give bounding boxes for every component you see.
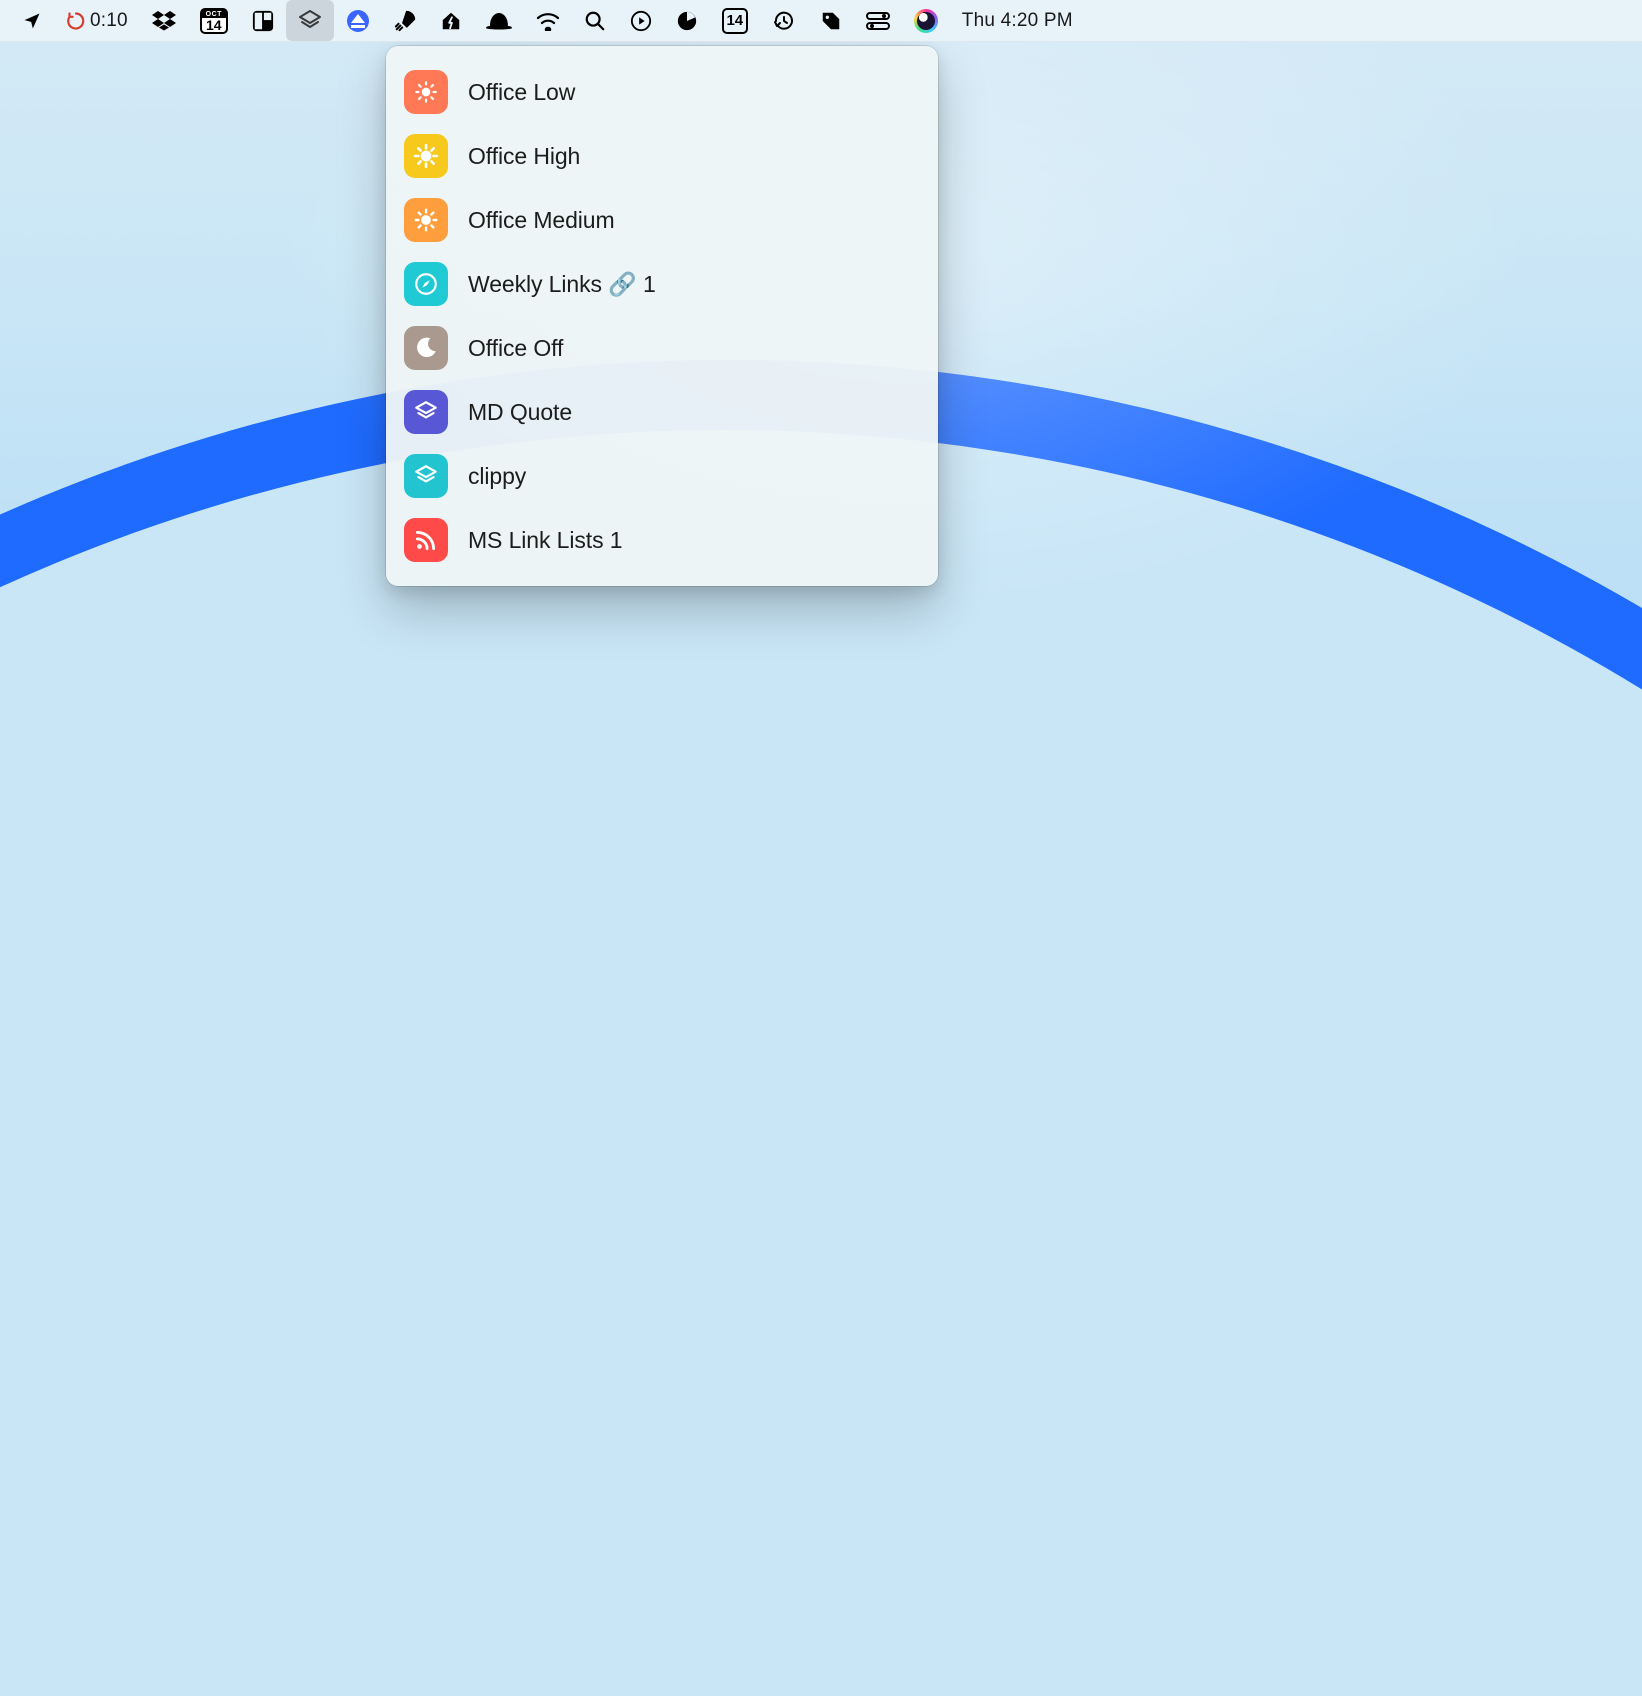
hat-app-icon[interactable] bbox=[474, 0, 524, 41]
shortcuts-dropdown: Office Low Office High Office Medium Wee… bbox=[386, 46, 938, 586]
shortcut-label: MS Link Lists 1 bbox=[468, 527, 622, 554]
pie-app-icon[interactable] bbox=[664, 0, 710, 41]
wallpaper-curve-inner bbox=[0, 430, 1642, 1696]
shortcut-office-high[interactable]: Office High bbox=[398, 124, 926, 188]
wifi-icon[interactable] bbox=[524, 0, 572, 41]
eject-app-icon[interactable] bbox=[334, 0, 382, 41]
menubar: 0:10 OCT 14 bbox=[0, 0, 1642, 42]
shortcuts-menu-icon[interactable] bbox=[286, 0, 334, 41]
shortcut-office-low[interactable]: Office Low bbox=[398, 60, 926, 124]
play-circle-icon[interactable] bbox=[618, 0, 664, 41]
clock-menu-item[interactable]: Thu 4:20 PM bbox=[950, 0, 1077, 41]
siri-icon[interactable] bbox=[902, 0, 950, 41]
shortcut-md-quote[interactable]: MD Quote bbox=[398, 380, 926, 444]
shortcut-office-medium[interactable]: Office Medium bbox=[398, 188, 926, 252]
shortcuts-stack-icon bbox=[404, 390, 448, 434]
dropbox-icon[interactable] bbox=[140, 0, 188, 41]
moon-icon bbox=[404, 326, 448, 370]
shortcut-label: Office Low bbox=[468, 79, 575, 106]
timer-text: 0:10 bbox=[90, 10, 128, 32]
brightness-low-icon bbox=[404, 70, 448, 114]
location-services-icon[interactable] bbox=[10, 0, 54, 41]
date-box-day: 14 bbox=[726, 12, 743, 29]
spotlight-search-icon[interactable] bbox=[572, 0, 618, 41]
shortcut-label: Office Off bbox=[468, 335, 563, 362]
shortcut-ms-link-lists[interactable]: MS Link Lists 1 bbox=[398, 508, 926, 572]
panels-app-icon[interactable] bbox=[240, 0, 286, 41]
rocket-app-icon[interactable] bbox=[382, 0, 428, 41]
shortcuts-stack-icon bbox=[404, 454, 448, 498]
brightness-high-icon bbox=[404, 134, 448, 178]
shortcut-label: clippy bbox=[468, 463, 526, 490]
shortcut-clippy[interactable]: clippy bbox=[398, 444, 926, 508]
calendar-day: 14 bbox=[206, 18, 222, 32]
timer-icon bbox=[66, 11, 86, 31]
home-energy-icon[interactable] bbox=[428, 0, 474, 41]
clock-text: Thu 4:20 PM bbox=[962, 10, 1073, 32]
date-box-icon[interactable]: 14 bbox=[710, 0, 760, 41]
shortcut-label: Office Medium bbox=[468, 207, 615, 234]
shortcut-label: Office High bbox=[468, 143, 580, 170]
shortcut-office-off[interactable]: Office Off bbox=[398, 316, 926, 380]
safari-compass-icon bbox=[404, 262, 448, 306]
brightness-medium-icon bbox=[404, 198, 448, 242]
control-center-icon[interactable] bbox=[854, 0, 902, 41]
calendar-menu-icon[interactable]: OCT 14 bbox=[188, 0, 240, 41]
rss-feed-icon bbox=[404, 518, 448, 562]
shortcut-weekly-links[interactable]: Weekly Links 🔗 1 bbox=[398, 252, 926, 316]
shortcut-label: Weekly Links 🔗 1 bbox=[468, 271, 656, 298]
timer-menu-item[interactable]: 0:10 bbox=[54, 0, 140, 41]
shortcut-label: MD Quote bbox=[468, 399, 572, 426]
tag-app-icon[interactable] bbox=[808, 0, 854, 41]
time-machine-icon[interactable] bbox=[760, 0, 808, 41]
